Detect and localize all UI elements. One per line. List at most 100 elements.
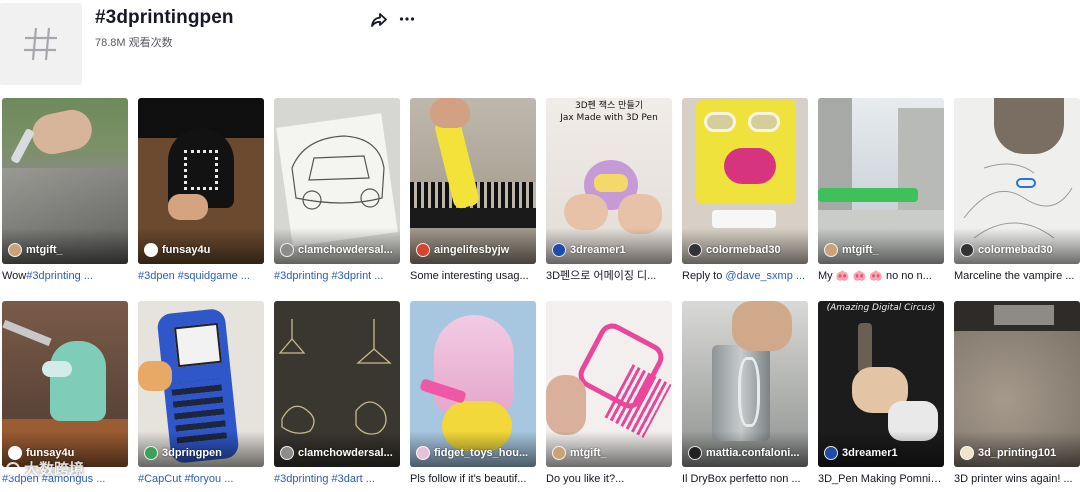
caption-text: Il DryBox perfetto non ...: [682, 473, 801, 485]
avatar: [960, 446, 974, 460]
video-card[interactable]: (Amazing Digital Circus) 3dreamer1 3D_Pe…: [818, 301, 944, 486]
video-card[interactable]: 3d_printing101 3D printer wins again! ..…: [954, 301, 1080, 486]
video-thumbnail[interactable]: 3d_printing101: [954, 301, 1080, 467]
caption-text: My 🐽 🐽 🐽 no no n...: [818, 270, 932, 282]
video-caption[interactable]: Il DryBox perfetto non ...: [682, 472, 806, 486]
author-name: fidget_toys_hou...: [434, 447, 529, 459]
caption-text: 3D펜으로 어메이징 디...: [546, 270, 657, 282]
video-card[interactable]: fidget_toys_hou... Pls follow if it's be…: [410, 301, 536, 486]
caption-tags[interactable]: @dave_sxmp ...: [725, 270, 805, 282]
avatar: [416, 243, 430, 257]
author-name: mtgift_: [842, 244, 879, 256]
video-caption[interactable]: Marceline the vampire ...: [954, 269, 1078, 283]
author-name: colormebad30: [706, 244, 781, 256]
caption-text: Pls follow if it's beautif...: [410, 473, 527, 485]
author-name: 3dpringpen: [162, 447, 222, 459]
video-card[interactable]: mtgift_ Wow#3dprinting ...: [2, 98, 128, 283]
caption-tags[interactable]: #3dprinting ...: [26, 270, 93, 282]
video-thumbnail[interactable]: funsay4u: [138, 98, 264, 264]
video-caption[interactable]: #3dprinting #3dprint ...: [274, 269, 398, 283]
overlay-subtitle: Jax Made with 3D Pen: [560, 113, 658, 123]
view-count: 78.8M 观看次数: [95, 37, 173, 49]
author-name: 3dreamer1: [842, 447, 898, 459]
author-name: mtgift_: [26, 244, 63, 256]
author-name: 3dreamer1: [570, 244, 626, 256]
avatar: [824, 446, 838, 460]
avatar: [144, 446, 158, 460]
watermark: 大数跨境: [6, 458, 84, 479]
caption-text: Marceline the vampire ...: [954, 270, 1075, 282]
avatar: [688, 243, 702, 257]
author-name: aingelifesbyjw: [434, 244, 510, 256]
video-caption[interactable]: #3dprinting #3dart ...: [274, 472, 398, 486]
video-thumbnail[interactable]: funsay4u: [2, 301, 128, 467]
video-card[interactable]: colormebad30 Reply to @dave_sxmp ...: [682, 98, 808, 283]
author-name: 3d_printing101: [978, 447, 1057, 459]
author-name: clamchowdersal...: [298, 447, 393, 459]
video-thumbnail[interactable]: colormebad30: [682, 98, 808, 264]
video-card[interactable]: clamchowdersal... #3dprinting #3dart ...: [274, 301, 400, 486]
video-card[interactable]: colormebad30 Marceline the vampire ...: [954, 98, 1080, 283]
video-caption[interactable]: Wow#3dprinting ...: [2, 269, 126, 283]
avatar: [416, 446, 430, 460]
video-card[interactable]: mtgift_ Do you like it?...: [546, 301, 672, 486]
video-card[interactable]: 3D펜 잭스 만들기 Jax Made with 3D Pen 3dreamer…: [546, 98, 672, 283]
author-name: funsay4u: [162, 244, 211, 256]
video-card[interactable]: funsay4u #3dpen #squidgame ...: [138, 98, 264, 283]
video-card[interactable]: mtgift_ My 🐽 🐽 🐽 no no n...: [818, 98, 944, 283]
video-caption[interactable]: 3D_Pen Making Pomni ...: [818, 472, 942, 486]
caption-text: Reply to: [682, 270, 726, 282]
video-caption[interactable]: Reply to @dave_sxmp ...: [682, 269, 806, 283]
hashtag-header: #3dprintingpen 78.8M 观看次数: [0, 0, 1080, 92]
video-thumbnail[interactable]: mattia.confaloni...: [682, 301, 808, 467]
video-thumbnail[interactable]: mtgift_: [2, 98, 128, 264]
author-name: mattia.confaloni...: [706, 447, 800, 459]
avatar: [280, 446, 294, 460]
video-caption[interactable]: 3D printer wins again! ...: [954, 472, 1078, 486]
page-title: #3dprintingpen: [95, 7, 234, 28]
caption-tags[interactable]: #3dprinting #3dart ...: [274, 473, 375, 485]
video-caption[interactable]: Do you like it?...: [546, 472, 670, 486]
video-thumbnail[interactable]: fidget_toys_hou...: [410, 301, 536, 467]
author-name: mtgift_: [570, 447, 607, 459]
author-name: colormebad30: [978, 244, 1053, 256]
hashtag-icon: [0, 3, 82, 85]
video-card[interactable]: mattia.confaloni... Il DryBox perfetto n…: [682, 301, 808, 486]
video-card[interactable]: aingelifesbyjw Some interesting usag...: [410, 98, 536, 283]
video-card[interactable]: 3dpringpen #CapCut #foryou ...: [138, 301, 264, 486]
caption-text: 3D printer wins again! ...: [954, 473, 1073, 485]
caption-text: 3D_Pen Making Pomni ...: [818, 473, 942, 485]
caption-text: Some interesting usag...: [410, 270, 529, 282]
overlay-title: 3D펜 잭스 만들기: [574, 101, 644, 111]
video-caption[interactable]: #CapCut #foryou ...: [138, 472, 262, 486]
video-thumbnail[interactable]: colormebad30: [954, 98, 1080, 264]
avatar: [552, 243, 566, 257]
caption-tags[interactable]: #3dpen #squidgame ...: [138, 270, 250, 282]
caption-tags[interactable]: #CapCut #foryou ...: [138, 473, 233, 485]
video-thumbnail[interactable]: (Amazing Digital Circus) 3dreamer1: [818, 301, 944, 467]
caption-text: Wow: [2, 270, 27, 282]
video-thumbnail[interactable]: aingelifesbyjw: [410, 98, 536, 264]
video-thumbnail[interactable]: clamchowdersal...: [274, 98, 400, 264]
video-thumbnail[interactable]: clamchowdersal...: [274, 301, 400, 467]
video-thumbnail[interactable]: 3dpringpen: [138, 301, 264, 467]
video-caption[interactable]: 3D펜으로 어메이징 디...: [546, 269, 670, 283]
video-card[interactable]: clamchowdersal... #3dprinting #3dprint .…: [274, 98, 400, 283]
watermark-logo-icon: [6, 461, 20, 476]
video-thumbnail[interactable]: 3D펜 잭스 만들기 Jax Made with 3D Pen 3dreamer…: [546, 98, 672, 264]
video-thumbnail[interactable]: mtgift_: [818, 98, 944, 264]
share-arrow-icon[interactable]: [370, 11, 388, 29]
avatar: [552, 446, 566, 460]
caption-text: Do you like it?...: [546, 473, 625, 485]
more-dots-icon[interactable]: [398, 10, 416, 28]
video-thumbnail[interactable]: mtgift_: [546, 301, 672, 467]
video-caption[interactable]: #3dpen #squidgame ...: [138, 269, 262, 283]
avatar: [8, 243, 22, 257]
video-caption[interactable]: My 🐽 🐽 🐽 no no n...: [818, 269, 942, 283]
caption-tags[interactable]: #3dprinting #3dprint ...: [274, 270, 383, 282]
avatar: [280, 243, 294, 257]
video-caption[interactable]: Pls follow if it's beautif...: [410, 472, 534, 486]
author-name: clamchowdersal...: [298, 244, 393, 256]
video-caption[interactable]: Some interesting usag...: [410, 269, 534, 283]
avatar: [824, 243, 838, 257]
